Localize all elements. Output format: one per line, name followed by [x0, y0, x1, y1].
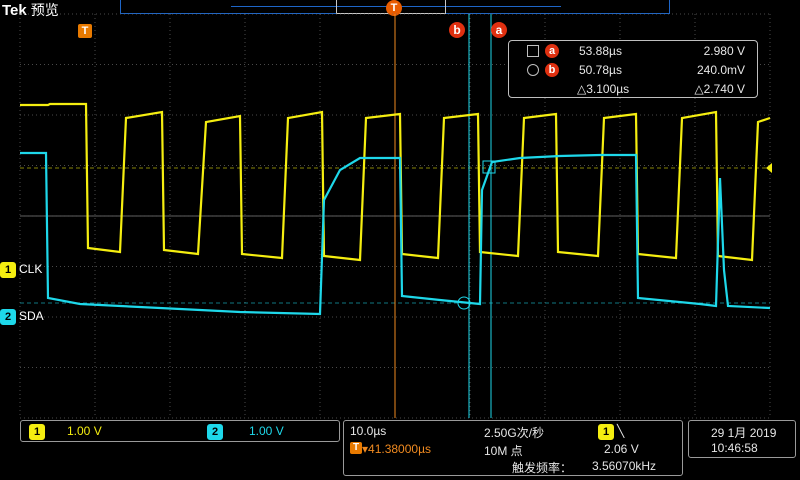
cursor-a-time: 53.88µs — [579, 44, 622, 58]
ch2-scale[interactable]: 1.00 V — [249, 424, 284, 438]
delta-value: △2.740 V — [694, 82, 745, 96]
trigger-level-arrow — [766, 163, 772, 173]
timebase-scale[interactable]: 10.0µs — [350, 424, 386, 438]
cursor-a-label[interactable]: a — [491, 22, 507, 38]
timebase-trigger-panel[interactable]: 10.0µs 2.50G次/秒 T→▾41.38000µs 10M 点 1 ╲ … — [343, 420, 683, 476]
cursor-b-time: 50.78µs — [579, 63, 622, 77]
channel-scale-panel[interactable]: 1 1.00 V 2 1.00 V — [20, 420, 340, 442]
trigger-delay: 41.38000µs — [368, 442, 431, 456]
delta-time: △3.100µs — [577, 82, 630, 96]
ch2-scale-badge: 2 — [207, 424, 223, 440]
trigger-delay-icon: T — [350, 442, 362, 454]
square-icon — [527, 45, 539, 57]
cursor-delta-row: △3.100µs △2.740 V — [509, 81, 757, 99]
ch1-label[interactable]: 1 CLK — [0, 262, 42, 278]
cursor-b-value: 240.0mV — [696, 63, 745, 77]
ch2-badge: 2 — [0, 309, 16, 325]
ch2-name: SDA — [19, 309, 44, 324]
ch2-scale-badge-wrap: 2 — [207, 424, 226, 440]
circle-icon — [527, 64, 539, 76]
trigger-freq: 3.56070kHz — [592, 459, 657, 473]
cursor-readout-panel: a 53.88µs 2.980 V b 50.78µs 240.0mV △3.1… — [508, 40, 758, 98]
ch1-name: CLK — [19, 262, 43, 277]
cursor-b-row: b 50.78µs 240.0mV — [509, 62, 757, 80]
date: 29 1月 2019 — [711, 426, 777, 440]
ch1-badge: 1 — [0, 262, 16, 278]
cursor-b-tag: b — [545, 63, 559, 77]
trigger-T-icon[interactable]: T — [78, 24, 92, 38]
ch2-label[interactable]: 2 SDA — [0, 309, 44, 325]
cursor-b-label[interactable]: b — [449, 22, 465, 38]
cursor-a-row: a 53.88µs 2.980 V — [509, 43, 757, 61]
ch1-scale-badge-wrap: 1 — [29, 424, 48, 440]
record-length: 10M 点 — [484, 444, 523, 458]
falling-edge-icon: ╲ — [617, 424, 625, 438]
trigger-freq-label: 触发频率： — [512, 461, 573, 475]
trigger-level[interactable]: 2.06 V — [604, 442, 639, 456]
ch1-scale-badge: 1 — [29, 424, 45, 440]
trigger-delay-row[interactable]: T→▾41.38000µs — [350, 442, 431, 456]
trigger-source-badge: 1 — [598, 424, 614, 440]
cursor-a-value: 2.980 V — [703, 44, 745, 58]
time: 10:46:58 — [711, 441, 758, 455]
ch1-scale[interactable]: 1.00 V — [67, 424, 102, 438]
datetime-panel: 29 1月 2019 10:46:58 — [688, 420, 796, 458]
trigger-source-wrap[interactable]: 1 ╲ — [598, 424, 624, 440]
cursor-a-tag: a — [545, 44, 559, 58]
sample-rate: 2.50G次/秒 — [484, 426, 545, 440]
